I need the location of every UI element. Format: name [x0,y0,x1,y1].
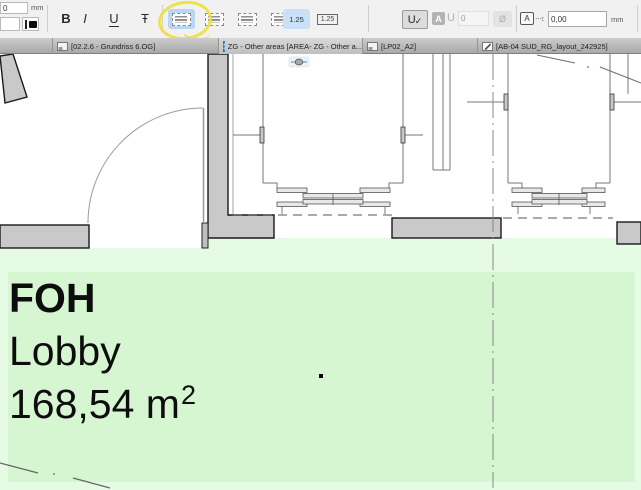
tab-grundriss[interactable]: [02.2.6 - Grundriss 6.OG] [52,38,218,54]
wall-diagonal [0,53,28,104]
underline-button[interactable]: U [105,9,123,29]
zone-area-text: 168,54 m [9,381,180,427]
wall-left [0,224,90,249]
zone-handle-dot[interactable] [319,374,323,378]
toolbar-separator [637,5,638,32]
layout-pencil-icon [482,41,493,51]
sketch-lines-top-right [536,54,641,84]
wall-middle [391,217,502,239]
text-offset-input[interactable] [548,11,607,27]
threshold-bars-left [276,187,391,207]
walls [0,53,641,249]
char-count-input [458,11,489,26]
pen-weight-input[interactable] [0,17,20,31]
tab-zg-other-areas[interactable]: ZG - Other areas [AREA- ZG - Other a... [218,38,362,54]
check-icon: ✓ [414,16,423,26]
zone-subname-text: Lobby [9,328,121,374]
text-block-anchor-right-button[interactable] [234,9,261,29]
floor-plan-canvas[interactable]: FOH Lobby 168,54 m 2 [0,53,641,490]
pen-preview[interactable] [22,17,39,31]
text-block-right-icon [238,12,257,26]
pen-color-swatch-icon [28,20,37,28]
line-spacing-button[interactable]: 1.25 [283,9,310,29]
pen-bar-icon [24,19,27,29]
wall-right [616,221,641,245]
text-format-toolbar: mm B I U Ŧ 1.25 1.25 U✓ [0,0,641,44]
tab-label: [AB-04 SUD_RG_layout_242925] [496,41,608,51]
text-offset-unit-label: mm [611,15,624,24]
partition-lines [432,54,451,171]
font-size-input[interactable] [0,2,28,14]
italic-button[interactable]: I [76,9,94,29]
floor-plan-drawing: FOH Lobby 168,54 m 2 [0,53,641,490]
diameter-button: Ø [493,11,512,27]
text-offset-arrows-icon: ⋯↕ [535,16,544,23]
wall-l-shape [207,53,275,239]
door-leaf-panel [201,222,209,249]
char-style-a-icon: A [432,12,445,25]
line-spacing-value-box[interactable]: 1.25 [317,14,338,25]
char-style-u-icon: U [447,12,455,24]
tab-label: ZG - Other areas [AREA- ZG - Other a... [227,41,362,51]
toolbar-separator [47,5,48,32]
bold-button[interactable]: B [57,9,75,29]
tab-ab04-sud-layout[interactable]: [AB-04 SUD_RG_layout_242925] [477,38,641,54]
toolbar-separator [516,5,517,32]
text-offset-a-icon: A [520,12,534,25]
tab-label: [02.2.6 - Grundriss 6.OG] [71,41,156,51]
tab-label: [LP02_A2] [381,41,417,51]
schedule-grid-icon [223,40,225,52]
toolbar-separator [368,5,369,32]
font-size-unit-label: mm [31,3,44,12]
threshold-bars-right [511,187,606,207]
tab-lp02-a2[interactable]: [LP02_A2] [362,38,477,54]
view-tab-bar: [02.2.6 - Grundriss 6.OG] ZG - Other are… [0,38,641,54]
visibility-hotspot-icon[interactable] [288,56,310,68]
door-jamb-bars-right [503,93,615,111]
door-swing-arc [87,107,204,224]
door-jamb-bars-left [259,126,406,144]
layout-window-icon [367,41,378,51]
strikethrough-button[interactable]: Ŧ [136,9,154,29]
app-window: mm B I U Ŧ 1.25 1.25 U✓ [0,0,641,490]
zone-area-superscript: 2 [181,380,196,410]
spell-check-button[interactable]: U ✓ [402,10,428,29]
floorplan-window-icon [57,41,68,51]
zone-name-text: FOH [9,275,96,321]
